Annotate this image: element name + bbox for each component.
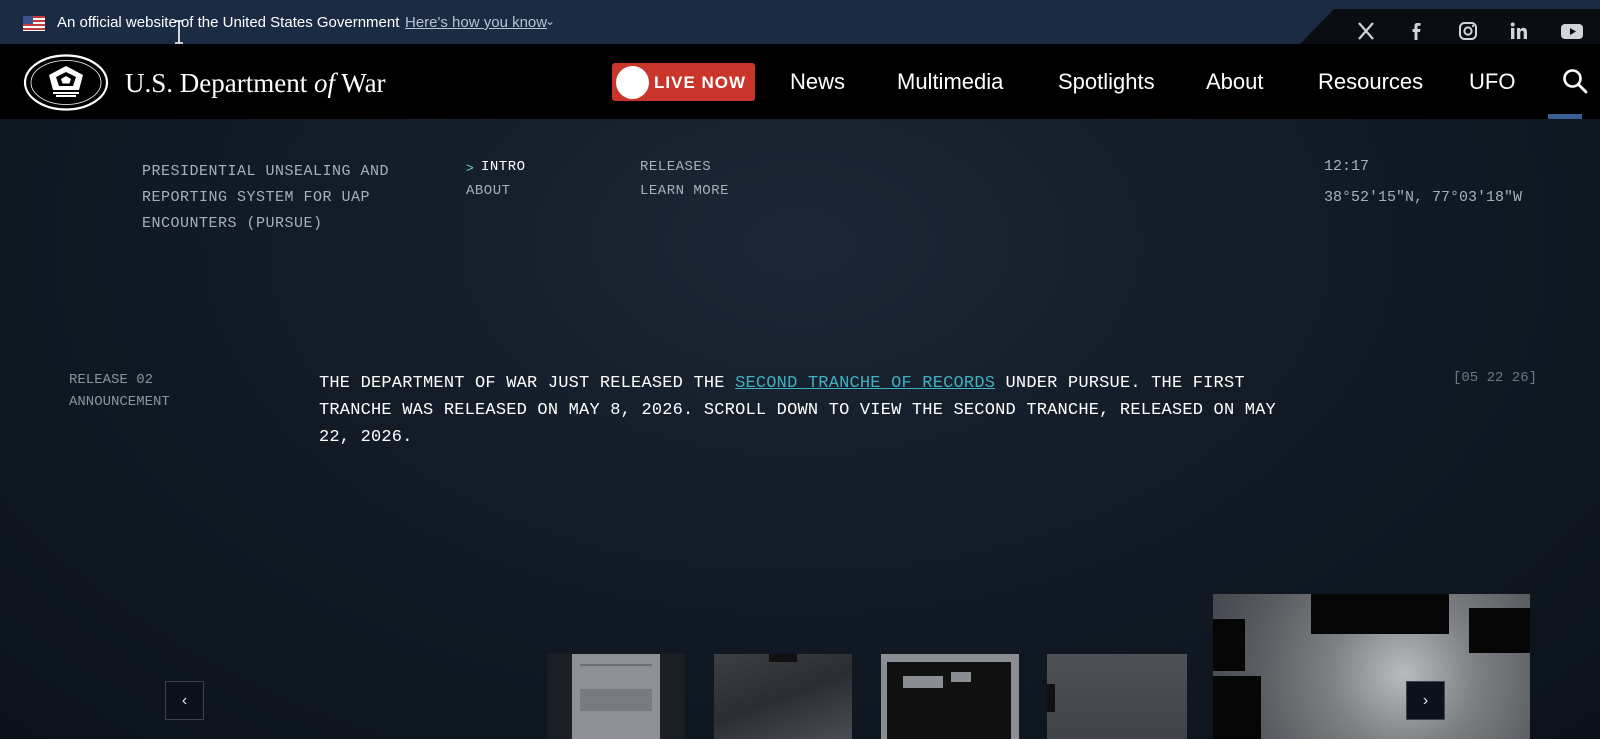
social-links <box>1300 9 1600 44</box>
pursue-title: PRESIDENTIAL UNSEALING AND REPORTING SYS… <box>142 163 390 232</box>
redaction-block <box>1469 608 1530 653</box>
carousel-prev-button[interactable]: ‹ <box>165 681 204 720</box>
chevron-right-icon: > <box>466 161 474 176</box>
linkedin-icon[interactable] <box>1508 20 1530 42</box>
search-icon[interactable] <box>1562 68 1588 94</box>
subnav-releases[interactable]: RELEASES <box>640 159 711 175</box>
redaction-block <box>1213 676 1261 739</box>
instagram-icon[interactable] <box>1457 20 1479 42</box>
youtube-icon[interactable] <box>1560 20 1584 42</box>
live-indicator-icon <box>616 66 649 99</box>
document-fragment <box>951 672 971 682</box>
release-announcement: THE DEPARTMENT OF WAR JUST RELEASED THE … <box>319 370 1299 451</box>
nav-news[interactable]: News <box>790 69 845 95</box>
redaction-block <box>1047 684 1055 712</box>
chevron-left-icon: ‹ <box>181 692 188 709</box>
x-icon[interactable] <box>1355 20 1377 42</box>
gov-banner-text: An official website of the United States… <box>57 14 400 31</box>
document-line <box>580 664 652 666</box>
second-tranche-link[interactable]: SECOND TRANCHE OF RECORDS <box>735 374 995 393</box>
carousel-thumbnail[interactable] <box>547 654 685 739</box>
redacted-document-image <box>887 662 1011 739</box>
document-block <box>580 689 652 711</box>
facebook-icon[interactable] <box>1406 20 1428 42</box>
site-title-main: U.S. Department <box>125 68 308 98</box>
carousel-thumbnail[interactable] <box>714 654 852 739</box>
subnav-learn-more[interactable]: LEARN MORE <box>640 183 729 199</box>
nav-resources[interactable]: Resources <box>1318 69 1423 95</box>
us-flag-icon <box>23 16 45 31</box>
release-number: RELEASE 02 <box>69 372 154 388</box>
nav-about[interactable]: About <box>1206 69 1264 95</box>
text-cursor-icon <box>175 20 183 44</box>
redaction-block <box>1213 619 1245 671</box>
site-title[interactable]: U.S. Department of War <box>125 68 386 99</box>
live-now-button[interactable]: LIVE NOW <box>612 63 755 101</box>
pursue-hero: PRESIDENTIAL UNSEALING AND REPORTING SYS… <box>0 119 1600 739</box>
release-label: RELEASE 02 ANNOUNCEMENT <box>69 369 170 413</box>
location-coordinates: 38°52′15″N, 77°03′18″W <box>1324 189 1523 206</box>
carousel-thumbnail[interactable] <box>881 654 1019 739</box>
chevron-right-icon: › <box>1422 692 1429 709</box>
document-fragment <box>903 676 943 688</box>
site-title-war: War <box>341 68 386 98</box>
subnav-about[interactable]: ABOUT <box>466 183 511 199</box>
site-header: U.S. Department of War LIVE NOW News Mul… <box>0 44 1600 119</box>
live-now-label: LIVE NOW <box>654 73 747 92</box>
subnav-intro[interactable]: INTRO <box>481 159 526 175</box>
chevron-down-icon[interactable]: ⌄ <box>545 14 555 28</box>
redaction-block <box>769 654 797 662</box>
release-type: ANNOUNCEMENT <box>69 394 170 410</box>
release-date: [05 22 26] <box>1453 370 1538 386</box>
announcement-text-pre: THE DEPARTMENT OF WAR JUST RELEASED THE <box>319 374 736 393</box>
carousel-thumbnail-featured[interactable] <box>1213 594 1530 739</box>
nav-multimedia[interactable]: Multimedia <box>897 69 1003 95</box>
pentagon-seal-logo[interactable] <box>23 54 109 111</box>
nav-spotlights[interactable]: Spotlights <box>1058 69 1155 95</box>
redaction-block <box>1311 594 1449 634</box>
clock-time: 12:17 <box>1324 158 1370 175</box>
carousel-next-button[interactable]: › <box>1406 681 1445 720</box>
heres-how-you-know-link[interactable]: Here's how you know <box>405 14 547 31</box>
carousel-thumbnail[interactable] <box>1047 654 1187 739</box>
site-title-of: of <box>313 68 335 98</box>
nav-ufo[interactable]: UFO <box>1469 69 1515 95</box>
